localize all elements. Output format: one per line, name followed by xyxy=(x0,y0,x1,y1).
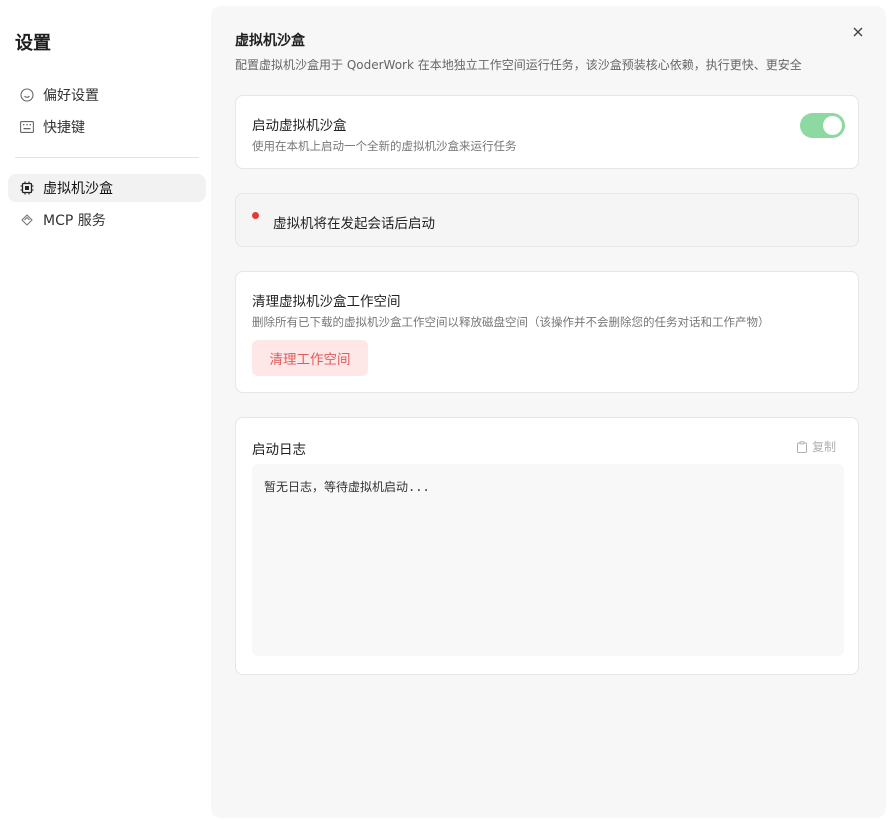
boot-log-card: 启动日志 复制 暂无日志，等待虚拟机启动... xyxy=(235,417,859,675)
close-icon[interactable] xyxy=(851,24,865,38)
clean-workspace-description: 删除所有已下载的虚拟机沙盒工作空间以释放磁盘空间（该操作并不会删除您的任务对话和… xyxy=(252,315,770,329)
clipboard-icon xyxy=(796,440,808,453)
page-description: 配置虚拟机沙盒用于 QoderWork 在本地独立工作空间运行任务，该沙盒预装核… xyxy=(235,58,802,72)
enable-sandbox-toggle[interactable] xyxy=(800,113,845,138)
boot-log-text: 暂无日志，等待虚拟机启动... xyxy=(264,480,430,494)
page-title: 虚拟机沙盒 xyxy=(235,33,305,49)
copy-label: 复制 xyxy=(811,440,836,454)
mcp-icon xyxy=(19,212,35,228)
sidebar-item-vm-sandbox[interactable]: 虚拟机沙盒 xyxy=(8,174,206,202)
sidebar-item-mcp[interactable]: MCP 服务 xyxy=(8,206,206,234)
enable-sandbox-card: 启动虚拟机沙盒 使用在本机上启动一个全新的虚拟机沙盒来运行任务 xyxy=(235,95,859,169)
boot-log-title: 启动日志 xyxy=(252,442,306,458)
sidebar-title: 设置 xyxy=(15,33,51,54)
sidebar-item-preferences[interactable]: 偏好设置 xyxy=(8,81,206,109)
sidebar-item-shortcuts[interactable]: 快捷键 xyxy=(8,113,206,141)
chip-icon xyxy=(19,180,35,196)
sidebar-item-label: 偏好设置 xyxy=(43,88,99,104)
status-dot xyxy=(252,212,259,219)
clean-workspace-title: 清理虚拟机沙盒工作空间 xyxy=(252,294,401,310)
enable-sandbox-description: 使用在本机上启动一个全新的虚拟机沙盒来运行任务 xyxy=(252,139,517,153)
sidebar-item-label: MCP 服务 xyxy=(43,213,106,229)
enable-sandbox-title: 启动虚拟机沙盒 xyxy=(252,118,347,134)
keyboard-icon xyxy=(19,119,35,135)
clean-workspace-card: 清理虚拟机沙盒工作空间 删除所有已下载的虚拟机沙盒工作空间以释放磁盘空间（该操作… xyxy=(235,271,859,393)
clean-workspace-button[interactable]: 清理工作空间 xyxy=(252,340,368,376)
sidebar-item-label: 快捷键 xyxy=(43,120,85,136)
sidebar-item-label: 虚拟机沙盒 xyxy=(43,181,113,197)
smile-icon xyxy=(19,87,35,103)
sandbox-status-text: 虚拟机将在发起会话后启动 xyxy=(273,216,435,232)
copy-log-button[interactable]: 复制 xyxy=(796,438,836,455)
boot-log-area[interactable]: 暂无日志，等待虚拟机启动... xyxy=(252,464,844,656)
toggle-knob xyxy=(823,116,842,135)
sidebar-divider xyxy=(15,157,199,158)
sandbox-status-card: 虚拟机将在发起会话后启动 xyxy=(235,193,859,247)
settings-sidebar: 设置 偏好设置 快捷键 虚拟机沙盒 MCP 服务 xyxy=(0,0,212,822)
